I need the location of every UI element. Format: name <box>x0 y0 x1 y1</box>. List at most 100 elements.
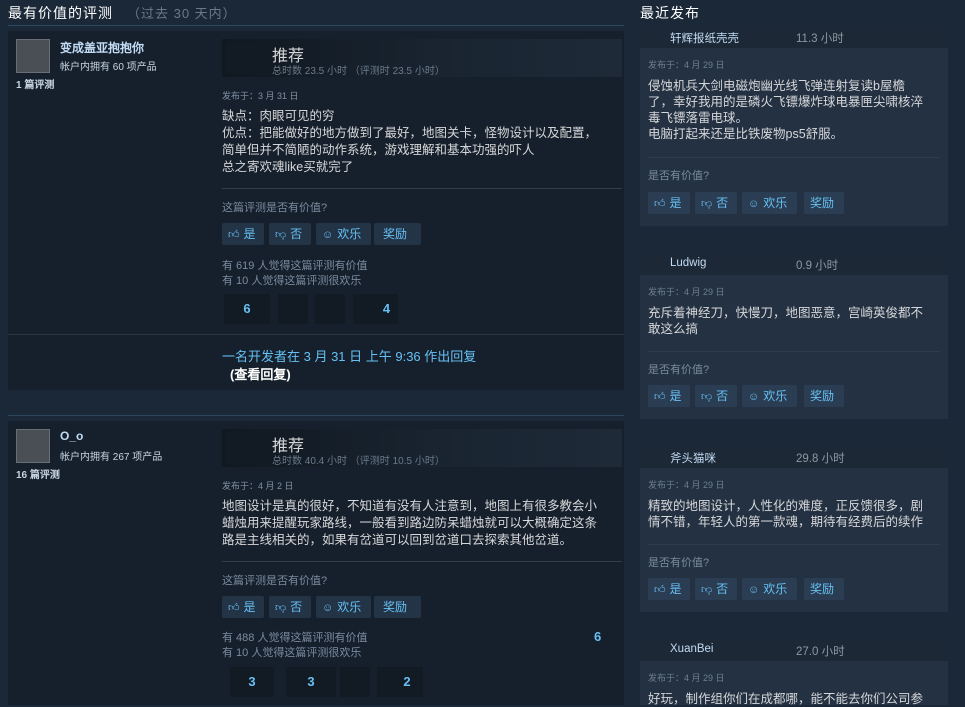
recent-playtime: 27.0 小时 <box>796 646 845 658</box>
smiley-icon: ☺ <box>748 198 760 210</box>
thumbs-up-icon: 👍︎ <box>228 602 240 614</box>
review-line: 充斥着神经刀，快慢刀，地图恶意，宫崎英俊都不 <box>648 306 924 320</box>
award-badge[interactable]: 3 <box>286 667 336 697</box>
developer-reply-link[interactable]: 一名开发者在 3 月 31 日 上午 9:36 作出回复 <box>222 346 476 365</box>
posted-date: 发布于：3 月 31 日 <box>222 91 299 101</box>
recent-review-card: 斧头猫咪 29.8 小时 发布于：4 月 29 日 精致的地图设计，人性化的难度… <box>640 446 948 612</box>
divider <box>222 561 622 562</box>
review-text: 精致的地图设计，人性化的难度，正反馈很多，剧 情不错，年轻人的第一款魂，期待有经… <box>648 498 944 530</box>
review-content: 推荐 总时数 23.5 小时 （评测时 23.5 小时） 发布于：3 月 31 … <box>222 31 622 390</box>
yes-button[interactable]: 👍︎ 是 <box>648 578 690 600</box>
recent-review-header[interactable]: 斧头猫咪 29.8 小时 <box>640 446 948 468</box>
award-label: 奖励 <box>383 227 408 241</box>
avatar[interactable] <box>16 39 50 73</box>
helpful-question: 是否有价值? <box>648 557 710 569</box>
review-line: 精致的地图设计，人性化的难度，正反馈很多，剧 <box>648 499 924 513</box>
divider <box>648 544 940 545</box>
award-label: 奖励 <box>810 582 835 596</box>
review-line: 地图设计是真的很好，不知道有没有人注意到，地图上有很多教会小 <box>222 499 598 513</box>
award-button[interactable]: 奖励 <box>804 578 844 600</box>
recommended-thumb-icon <box>226 433 264 463</box>
yes-label: 是 <box>669 389 682 403</box>
review-line: 毒飞镖落雷电球。 <box>648 111 749 125</box>
thumbs-down-icon: 👎︎ <box>275 602 287 614</box>
funny-button[interactable]: ☺ 欢乐 <box>742 192 797 214</box>
award-button[interactable]: 奖励 <box>804 385 844 407</box>
reviewer-review-count[interactable]: 1 篇评测 <box>16 76 54 91</box>
smiley-icon: ☺ <box>322 229 334 241</box>
helpful-stats: 有 488 人觉得这篇评测有价值 有 10 人觉得这篇评测很欢乐 <box>222 631 367 661</box>
recent-review-header[interactable]: XuanBei 27.0 小时 <box>640 639 948 661</box>
yes-button[interactable]: 👍︎ 是 <box>648 385 690 407</box>
reviewer-name[interactable]: 变成盖亚抱抱你 <box>60 39 144 56</box>
award-badge[interactable] <box>278 294 308 324</box>
reviewer-products-owned: 帐户内拥有 267 项产品 <box>60 452 163 463</box>
most-helpful-title: 最有价值的评测 （过去 30 天内） <box>8 3 237 23</box>
funny-button[interactable]: ☺ 欢乐 <box>742 578 797 600</box>
no-button[interactable]: 👎︎ 否 <box>269 596 311 618</box>
smiley-icon: ☺ <box>748 584 760 596</box>
reviewer-block[interactable]: 变成盖亚抱抱你 帐户内拥有 60 项产品 1 篇评测 <box>8 31 222 331</box>
award-badge[interactable]: 6 <box>224 294 270 324</box>
no-button[interactable]: 👎︎ 否 <box>695 192 737 214</box>
helpful-stats: 有 619 人觉得这篇评测有价值 有 10 人觉得这篇评测很欢乐 <box>222 259 367 289</box>
recent-review-header[interactable]: Ludwig 0.9 小时 <box>640 253 948 275</box>
no-label: 否 <box>716 389 729 403</box>
award-button[interactable]: 奖励 <box>374 223 421 245</box>
yes-label: 是 <box>669 196 682 210</box>
award-badge[interactable] <box>315 294 345 324</box>
recent-reviewer-name[interactable]: Ludwig <box>670 257 706 269</box>
yes-button[interactable]: 👍︎ 是 <box>648 192 690 214</box>
avatar[interactable] <box>16 429 50 463</box>
posted-date: 发布于：4 月 29 日 <box>648 480 725 490</box>
recent-playtime: 29.8 小时 <box>796 453 845 465</box>
thumbs-down-icon: 👎︎ <box>701 198 713 210</box>
review-card: 变成盖亚抱抱你 帐户内拥有 60 项产品 1 篇评测 推荐 总时数 23.5 小… <box>8 31 624 390</box>
review-text: 充斥着神经刀，快慢刀，地图恶意，宫崎英俊都不 敢这么搞 <box>648 305 944 337</box>
no-button[interactable]: 👎︎ 否 <box>695 578 737 600</box>
reviewer-products-owned: 帐户内拥有 60 项产品 <box>60 62 157 73</box>
review-content: 推荐 总时数 40.4 小时 （评测时 10.5 小时） 发布于：4 月 2 日… <box>222 421 622 705</box>
yes-button[interactable]: 👍︎ 是 <box>222 223 264 245</box>
recent-reviewer-name[interactable]: 轩辉报纸壳壳 <box>670 30 739 46</box>
review-line: 情不错，年轻人的第一款魂，期待有经费后的续作 <box>648 515 924 529</box>
playtime: 总时数 23.5 小时 （评测时 23.5 小时） <box>272 66 445 77</box>
funny-button[interactable]: ☺ 欢乐 <box>316 223 371 245</box>
review-line: 蜡烛用来提醒玩家路线，一般看到路边防呆蜡烛就可以大概确定这条 <box>222 516 598 530</box>
funny-label: 欢乐 <box>763 196 788 210</box>
recent-reviewer-name[interactable]: 斧头猫咪 <box>670 450 716 466</box>
playtime: 总时数 40.4 小时 （评测时 10.5 小时） <box>272 456 445 467</box>
recent-reviewer-name[interactable]: XuanBei <box>670 643 713 655</box>
award-badge[interactable]: 3 <box>230 667 274 697</box>
no-button[interactable]: 👎︎ 否 <box>269 223 311 245</box>
reviewer-name[interactable]: O_o <box>60 429 83 443</box>
award-badge[interactable]: 2 <box>377 667 423 697</box>
posted-date: 发布于：4 月 2 日 <box>222 481 294 491</box>
reviewer-review-count[interactable]: 16 篇评测 <box>16 466 60 481</box>
no-label: 否 <box>290 227 303 241</box>
recent-review-header[interactable]: 轩辉报纸壳壳 11.3 小时 <box>640 26 948 48</box>
award-count[interactable]: 6 <box>594 629 601 644</box>
reviewer-block[interactable]: O_o 帐户内拥有 267 项产品 16 篇评测 <box>8 421 222 705</box>
recent-playtime: 11.3 小时 <box>796 33 844 45</box>
vote-header[interactable]: 推荐 总时数 23.5 小时 （评测时 23.5 小时） <box>222 39 622 77</box>
view-reply-link[interactable]: (查看回复) <box>230 364 291 383</box>
funny-label: 欢乐 <box>763 582 788 596</box>
funny-label: 欢乐 <box>337 600 362 614</box>
award-button[interactable]: 奖励 <box>804 192 844 214</box>
posted-date: 发布于：4 月 29 日 <box>648 287 725 297</box>
no-button[interactable]: 👎︎ 否 <box>695 385 737 407</box>
award-badge[interactable] <box>340 667 370 697</box>
recommended-thumb-icon <box>226 43 264 73</box>
review-divider <box>8 415 624 416</box>
funny-button[interactable]: ☺ 欢乐 <box>316 596 371 618</box>
review-text: 侵蚀机兵大剑电磁炮幽光线飞弹连射复读b屋檐 了，幸好我用的是磷火飞镖爆炸球电暴匣… <box>648 78 944 142</box>
yes-label: 是 <box>243 600 256 614</box>
funny-button[interactable]: ☺ 欢乐 <box>742 385 797 407</box>
helpful-question: 这篇评测是否有价值? <box>222 202 328 214</box>
helpful-question: 是否有价值? <box>648 364 710 376</box>
yes-button[interactable]: 👍︎ 是 <box>222 596 264 618</box>
vote-header[interactable]: 推荐 总时数 40.4 小时 （评测时 10.5 小时） <box>222 429 622 467</box>
award-badge[interactable]: 4 <box>353 294 398 324</box>
award-button[interactable]: 奖励 <box>374 596 421 618</box>
